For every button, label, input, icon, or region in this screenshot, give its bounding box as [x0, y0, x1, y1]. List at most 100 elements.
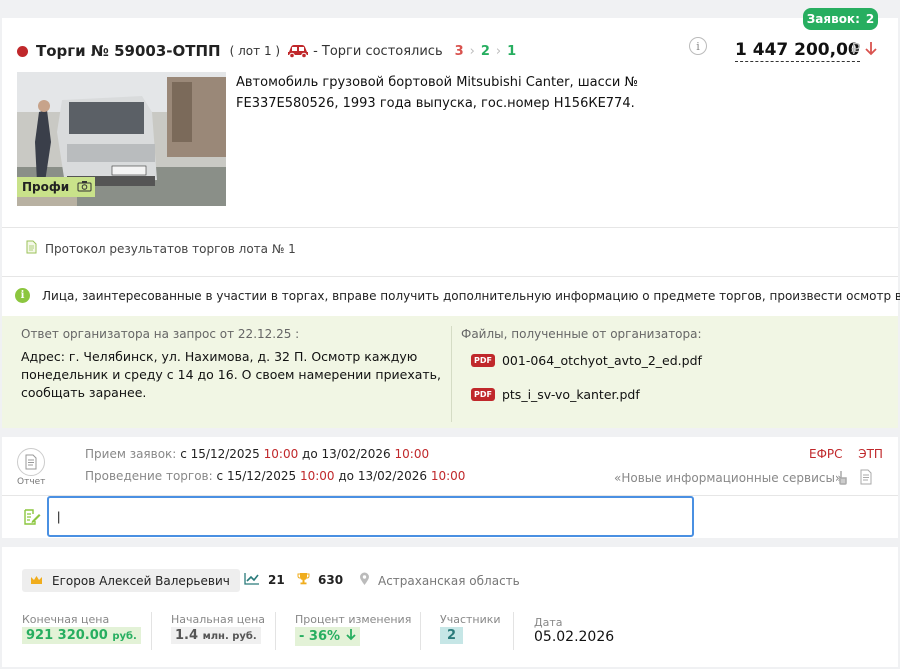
from-word: с	[216, 469, 224, 483]
file-name: pts_i_sv-vo_kanter.pdf	[501, 387, 640, 402]
divider	[2, 276, 898, 277]
answer-heading: Ответ организатора на запрос от 22.12.25…	[21, 327, 300, 341]
winner-trades: 21	[244, 572, 285, 588]
info-notice[interactable]: i Лица, заинтересованные в участии в тор…	[15, 288, 900, 303]
divider	[2, 227, 898, 228]
info-icon[interactable]: i	[689, 37, 707, 55]
lot-number: ( лот 1 )	[229, 44, 281, 58]
edit-note-icon	[23, 508, 41, 530]
auction-status: - Торги состоялись	[313, 43, 443, 59]
applications-from-date: 15/12/2025	[190, 447, 260, 461]
lot-price: 1 447 200,00	[735, 40, 860, 62]
start-price-amount: 1.4	[175, 628, 199, 643]
currency-symbol: ₽	[851, 40, 861, 58]
change-percent: - 36%	[299, 629, 341, 644]
pdf-icon: PDF	[471, 354, 495, 367]
final-price-value: 921 320.00 руб.	[22, 627, 141, 644]
files-heading: Файлы, полученные от организатора:	[461, 327, 702, 341]
protocol-link[interactable]: Протокол результатов торгов лота № 1	[26, 240, 296, 257]
stage-steps: 3 › 2 › 1	[455, 44, 517, 59]
stage-separator: ›	[495, 43, 502, 59]
applications-from-time: 10:00	[263, 447, 299, 461]
from-word: с	[180, 447, 187, 461]
efrs-link[interactable]: ЕФРС	[809, 447, 843, 461]
start-price-label: Начальная цена	[171, 613, 265, 626]
change-label: Процент изменения	[295, 613, 412, 626]
stage-step: 3	[454, 43, 464, 59]
winner-region: Астраханская область	[359, 572, 520, 589]
registry-links: ЕФРС ЭТП	[809, 447, 883, 461]
price-down-arrow-icon	[865, 41, 877, 60]
start-price-unit: млн. руб.	[202, 631, 257, 642]
lot-title-row: Торги № 59003-ОТПП ( лот 1 ) - Торги сос…	[17, 40, 516, 62]
report-button[interactable]	[17, 448, 45, 476]
trend-chart-icon	[244, 572, 260, 588]
stage-step: 2	[480, 43, 490, 59]
auction-from-date: 15/12/2025	[226, 469, 297, 483]
hand-pointer-icon[interactable]	[838, 470, 848, 489]
bids-label: Заявок:	[806, 12, 860, 26]
change-down-arrow-icon	[346, 628, 356, 645]
winner-wins: 630	[297, 572, 343, 588]
etp-name[interactable]: «Новые информационные сервисы»	[614, 471, 842, 485]
auction-period: Проведение торгов: с 15/12/2025 10:00 до…	[85, 469, 465, 483]
metric-divider	[513, 612, 514, 650]
comment-input[interactable]	[47, 496, 694, 537]
file-name: 001-064_otchyot_avto_2_ed.pdf	[501, 353, 702, 368]
lot-title-link[interactable]: Торги № 59003-ОТПП	[36, 42, 221, 60]
winner-name: Егоров Алексей Валерьевич	[52, 573, 230, 588]
wins-count: 630	[318, 573, 344, 587]
to-word: до	[338, 469, 354, 483]
auction-label: Проведение торгов:	[85, 469, 213, 483]
final-price-amount: 921 320.00	[26, 628, 108, 643]
participants-value: 2	[440, 627, 464, 644]
stage-separator: ›	[469, 43, 475, 59]
stage-step: 1	[507, 43, 517, 59]
participants-label: Участники	[440, 613, 501, 626]
camera-icon	[77, 180, 92, 195]
status-dot-icon	[17, 45, 28, 57]
profi-badge: Профи	[17, 177, 95, 197]
winner-chip[interactable]: Егоров Алексей Валерьевич	[22, 569, 240, 592]
file-link[interactable]: PDF pts_i_sv-vo_kanter.pdf	[471, 387, 640, 402]
document-icon	[26, 240, 37, 257]
final-price-label: Конечная цена	[22, 613, 110, 626]
document-list-icon[interactable]	[860, 469, 872, 489]
notice-text: Лица, заинтересованные в участии в торга…	[42, 288, 900, 303]
applications-label: Прием заявок:	[85, 447, 177, 461]
lot-description: Автомобиль грузовой бортовой Mitsubishi …	[236, 75, 638, 111]
car-icon	[287, 44, 309, 58]
metric-divider	[275, 612, 276, 650]
final-price-unit: руб.	[112, 631, 137, 642]
date-label: Дата	[534, 616, 563, 629]
info-circle-icon: i	[15, 288, 30, 303]
answer-text: Адрес: г. Челябинск, ул. Нахимова, д. 32…	[21, 349, 442, 400]
etp-link[interactable]: ЭТП	[858, 447, 883, 461]
change-value: - 36%	[295, 627, 361, 646]
date-value: 05.02.2026	[534, 629, 615, 645]
metric-divider	[151, 612, 152, 650]
file-link[interactable]: PDF 001-064_otchyot_avto_2_ed.pdf	[471, 353, 702, 368]
profi-badge-label: Профи	[22, 180, 70, 194]
auction-to-date: 13/02/2026	[357, 469, 427, 483]
result-card	[2, 547, 898, 667]
region-name: Астраханская область	[378, 573, 520, 588]
auction-from-time: 10:00	[299, 469, 335, 483]
answer-divider	[451, 326, 452, 422]
start-price-value: 1.4 млн. руб.	[171, 627, 261, 644]
applications-to-time: 10:00	[394, 447, 430, 461]
applications-period: Прием заявок: с 15/12/2025 10:00 до 13/0…	[85, 447, 429, 461]
report-icon	[25, 454, 37, 470]
crown-icon	[30, 574, 43, 588]
bids-badge: Заявок: 2	[803, 8, 878, 30]
trophy-icon	[297, 572, 310, 588]
to-word: до	[302, 447, 318, 461]
protocol-label: Протокол результатов торгов лота № 1	[45, 241, 296, 256]
bids-count: 2	[865, 12, 875, 26]
location-pin-icon	[359, 572, 370, 589]
report-label: Отчет	[17, 477, 46, 487]
metric-divider	[420, 612, 421, 650]
auction-to-time: 10:00	[430, 469, 466, 483]
trades-count: 21	[268, 573, 285, 587]
applications-to-date: 13/02/2026	[321, 447, 391, 461]
